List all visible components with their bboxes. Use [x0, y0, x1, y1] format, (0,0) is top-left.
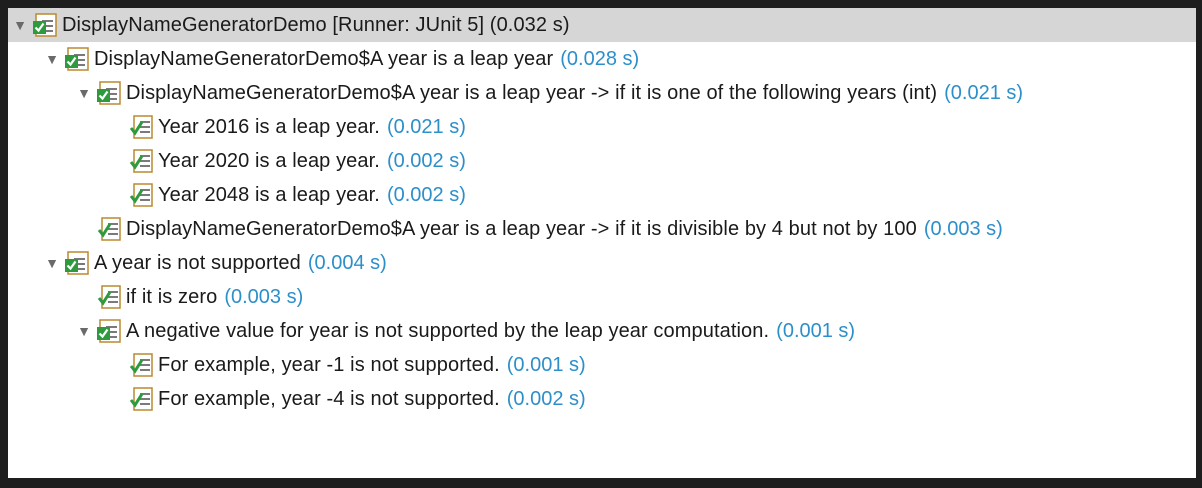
duration-label: (0.021 s): [944, 81, 1024, 104]
expand-triangle-icon[interactable]: ▼: [76, 85, 92, 101]
test-passed-icon: [129, 387, 153, 411]
test-name-label: if it is zero: [126, 285, 218, 308]
test-suite-passed-icon: [65, 47, 89, 71]
test-name-label: DisplayNameGeneratorDemo [Runner: JUnit …: [62, 13, 570, 36]
tree-row[interactable]: ▼ DisplayNameGeneratorDemo$A year is a le…: [8, 42, 1196, 76]
test-name-label: DisplayNameGeneratorDemo$A year is a lea…: [126, 217, 917, 240]
tree-row[interactable]: ▼Year 2016 is a leap year.(0.021 s): [8, 110, 1196, 144]
tree-row[interactable]: ▼ DisplayNameGeneratorDemo$A year is a le…: [8, 76, 1196, 110]
duration-label: (0.001 s): [506, 353, 586, 376]
junit-test-tree: ▼ DisplayNameGeneratorDemo [Runner: JUnit…: [8, 8, 1196, 478]
test-passed-icon: [129, 149, 153, 173]
duration-label: (0.003 s): [923, 217, 1003, 240]
test-name-label: A year is not supported: [94, 251, 301, 274]
tree-row[interactable]: ▼DisplayNameGeneratorDemo$A year is a le…: [8, 212, 1196, 246]
test-name-label: For example, year -1 is not supported.: [158, 353, 500, 376]
duration-label: (0.002 s): [386, 183, 466, 206]
tree-row[interactable]: ▼ A year is not supported (0.004 s): [8, 246, 1196, 280]
test-name-label: A negative value for year is not support…: [126, 319, 770, 342]
duration-label: (0.002 s): [506, 387, 586, 410]
test-name-label: Year 2016 is a leap year.: [158, 115, 380, 138]
expand-triangle-icon[interactable]: ▼: [44, 51, 60, 67]
test-passed-icon: [129, 353, 153, 377]
test-passed-icon: [97, 217, 121, 241]
expand-triangle-icon[interactable]: ▼: [44, 255, 60, 271]
test-suite-passed-icon: [97, 81, 121, 105]
test-passed-icon: [129, 115, 153, 139]
tree-row[interactable]: ▼Year 2020 is a leap year.(0.002 s): [8, 144, 1196, 178]
test-suite-passed-icon: [33, 13, 57, 37]
duration-label: (0.004 s): [307, 251, 387, 274]
test-name-label: DisplayNameGeneratorDemo$A year is a lea…: [126, 81, 938, 104]
expand-triangle-icon[interactable]: ▼: [76, 323, 92, 339]
tree-row[interactable]: ▼if it is zero(0.003 s): [8, 280, 1196, 314]
test-suite-passed-icon: [65, 251, 89, 275]
duration-label: (0.003 s): [224, 285, 304, 308]
tree-row[interactable]: ▼For example, year -1 is not supported.(…: [8, 348, 1196, 382]
duration-label: (0.028 s): [560, 47, 640, 70]
test-name-label: Year 2020 is a leap year.: [158, 149, 380, 172]
test-name-label: For example, year -4 is not supported.: [158, 387, 500, 410]
tree-root-row[interactable]: ▼ DisplayNameGeneratorDemo [Runner: JUnit…: [8, 8, 1196, 42]
duration-label: (0.002 s): [386, 149, 466, 172]
test-passed-icon: [129, 183, 153, 207]
expand-triangle-icon[interactable]: ▼: [12, 17, 28, 33]
test-name-label: Year 2048 is a leap year.: [158, 183, 380, 206]
tree-row[interactable]: ▼ A negative value for year is not suppor…: [8, 314, 1196, 348]
test-suite-passed-icon: [97, 319, 121, 343]
tree-row[interactable]: ▼For example, year -4 is not supported.(…: [8, 382, 1196, 416]
tree-row[interactable]: ▼Year 2048 is a leap year.(0.002 s): [8, 178, 1196, 212]
duration-label: (0.021 s): [386, 115, 466, 138]
test-passed-icon: [97, 285, 121, 309]
test-name-label: DisplayNameGeneratorDemo$A year is a lea…: [94, 47, 554, 70]
duration-label: (0.001 s): [776, 319, 856, 342]
